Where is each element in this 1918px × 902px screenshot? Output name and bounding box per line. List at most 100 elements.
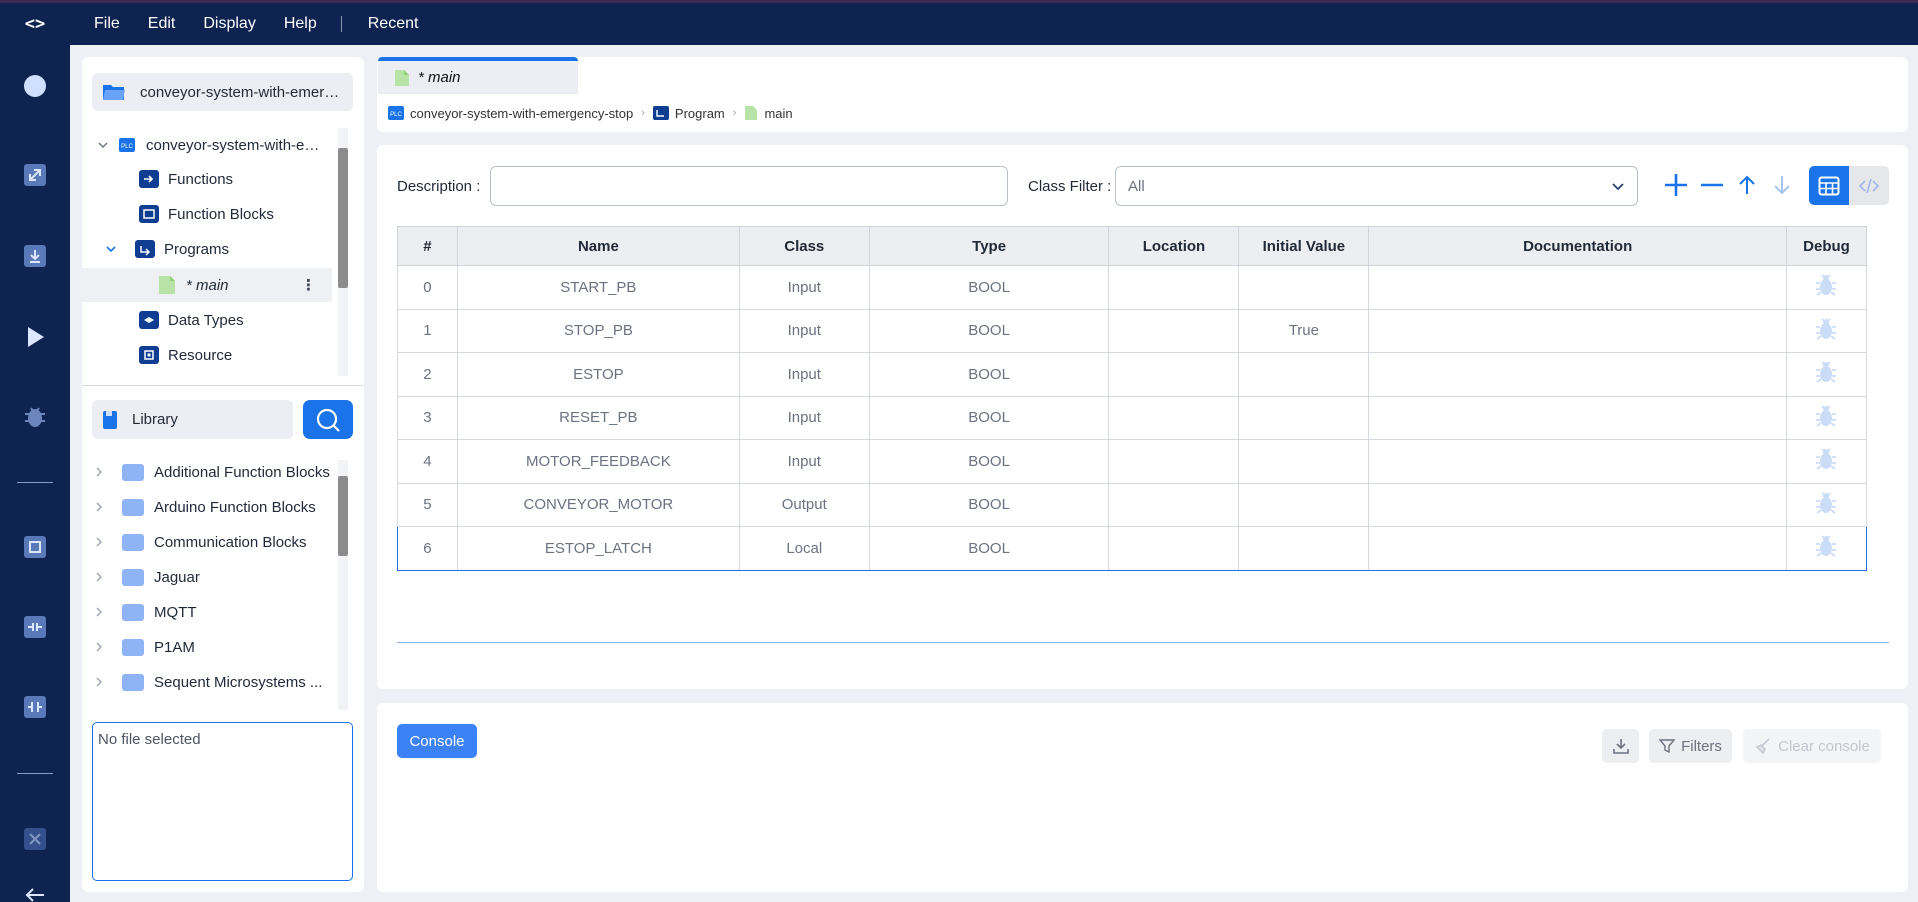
debug-icon[interactable] bbox=[1813, 405, 1839, 433]
cell-documentation[interactable] bbox=[1368, 439, 1787, 484]
debug-icon[interactable] bbox=[1813, 274, 1839, 302]
cell-location[interactable] bbox=[1108, 395, 1240, 440]
play-icon[interactable] bbox=[19, 321, 51, 353]
library-item[interactable]: MQTT bbox=[92, 595, 197, 629]
cell-class[interactable]: Output bbox=[738, 482, 870, 527]
download-log-button[interactable] bbox=[1602, 729, 1639, 763]
table-row[interactable]: 5 CONVEYOR_MOTOR Output BOOL bbox=[397, 482, 1868, 527]
move-up-button[interactable] bbox=[1732, 170, 1762, 200]
search-icon[interactable] bbox=[19, 70, 51, 102]
cell-debug[interactable] bbox=[1785, 526, 1868, 571]
cell-documentation[interactable] bbox=[1368, 526, 1787, 571]
col-header-location[interactable]: Location bbox=[1108, 226, 1240, 266]
library-item[interactable]: Jaguar bbox=[92, 560, 200, 594]
chip-icon[interactable] bbox=[19, 531, 51, 563]
debug-icon[interactable] bbox=[1813, 448, 1839, 476]
tree-scrollbar-thumb[interactable] bbox=[338, 148, 348, 288]
cell-documentation[interactable] bbox=[1368, 395, 1787, 440]
library-item[interactable]: P1AM bbox=[92, 630, 195, 664]
cell-initial-value[interactable] bbox=[1238, 482, 1370, 527]
cell-type[interactable]: BOOL bbox=[868, 395, 1110, 440]
tab-main[interactable]: * main bbox=[378, 57, 578, 94]
connect-icon[interactable] bbox=[19, 611, 51, 643]
cell-location[interactable] bbox=[1108, 352, 1240, 397]
table-row[interactable]: 3 RESET_PB Input BOOL bbox=[397, 395, 1868, 440]
menu-file[interactable]: File bbox=[94, 15, 120, 33]
debug-icon[interactable] bbox=[1813, 318, 1839, 346]
cell-name[interactable]: STOP_PB bbox=[456, 308, 740, 353]
col-header-class[interactable]: Class bbox=[738, 226, 870, 266]
col-header-initial-value[interactable]: Initial Value bbox=[1238, 226, 1370, 266]
tree-item-function-blocks[interactable]: Function Blocks bbox=[138, 197, 274, 231]
col-header-type[interactable]: Type bbox=[868, 226, 1110, 266]
cell-class[interactable]: Input bbox=[738, 265, 870, 310]
cell-class[interactable]: Input bbox=[738, 308, 870, 353]
debug-icon[interactable] bbox=[1813, 535, 1839, 563]
menu-help[interactable]: Help bbox=[284, 15, 317, 33]
library-item[interactable]: Arduino Function Blocks bbox=[92, 490, 316, 524]
tree-item-resource[interactable]: Resource bbox=[138, 338, 232, 372]
cell-documentation[interactable] bbox=[1368, 352, 1787, 397]
cell-name[interactable]: MOTOR_FEEDBACK bbox=[456, 439, 740, 484]
library-item[interactable]: Sequent Microsystems ... bbox=[92, 665, 322, 699]
table-row[interactable]: 6 ESTOP_LATCH Local BOOL bbox=[397, 526, 1868, 571]
cell-debug[interactable] bbox=[1785, 439, 1868, 484]
cell-type[interactable]: BOOL bbox=[868, 482, 1110, 527]
description-input[interactable] bbox=[490, 166, 1008, 206]
library-header[interactable]: Library bbox=[92, 400, 293, 439]
cell-index[interactable]: 4 bbox=[397, 439, 458, 484]
cell-index[interactable]: 0 bbox=[397, 265, 458, 310]
cell-initial-value[interactable]: True bbox=[1238, 308, 1370, 353]
remove-row-button[interactable] bbox=[1697, 170, 1727, 200]
library-search-button[interactable] bbox=[303, 400, 353, 439]
cell-initial-value[interactable] bbox=[1238, 352, 1370, 397]
cell-documentation[interactable] bbox=[1368, 482, 1787, 527]
cell-name[interactable]: ESTOP bbox=[456, 352, 740, 397]
more-vert-icon[interactable]: ⋮ bbox=[301, 276, 316, 294]
project-header[interactable]: conveyor-system-with-emergency-stop bbox=[92, 73, 353, 111]
cell-initial-value[interactable] bbox=[1238, 265, 1370, 310]
col-header-debug[interactable]: Debug bbox=[1785, 226, 1868, 266]
debug-icon[interactable] bbox=[1813, 492, 1839, 520]
cell-class[interactable]: Input bbox=[738, 439, 870, 484]
debug-icon[interactable] bbox=[19, 401, 51, 433]
tree-item-functions[interactable]: Functions bbox=[138, 162, 233, 196]
table-row[interactable]: 1 STOP_PB Input BOOL True bbox=[397, 308, 1868, 353]
table-view-button[interactable] bbox=[1809, 166, 1849, 205]
cell-index[interactable]: 2 bbox=[397, 352, 458, 397]
col-header-documentation[interactable]: Documentation bbox=[1368, 226, 1787, 266]
move-down-button[interactable] bbox=[1767, 170, 1797, 200]
library-scrollbar-thumb[interactable] bbox=[338, 476, 348, 556]
download-icon[interactable] bbox=[19, 240, 51, 272]
tree-item-programs[interactable]: Programs bbox=[104, 232, 229, 266]
cell-type[interactable]: BOOL bbox=[868, 308, 1110, 353]
cell-name[interactable]: RESET_PB bbox=[456, 395, 740, 440]
cell-type[interactable]: BOOL bbox=[868, 526, 1110, 571]
cell-index[interactable]: 3 bbox=[397, 395, 458, 440]
cell-location[interactable] bbox=[1108, 482, 1240, 527]
breadcrumb-project[interactable]: conveyor-system-with-emergency-stop bbox=[410, 106, 633, 121]
tree-root[interactable]: PLC conveyor-system-with-emergency-stop bbox=[96, 128, 331, 162]
cell-type[interactable]: BOOL bbox=[868, 439, 1110, 484]
tree-item-data-types[interactable]: Data Types bbox=[138, 303, 244, 337]
cell-debug[interactable] bbox=[1785, 395, 1868, 440]
cell-type[interactable]: BOOL bbox=[868, 265, 1110, 310]
class-filter-select[interactable]: All bbox=[1115, 166, 1638, 206]
cell-debug[interactable] bbox=[1785, 265, 1868, 310]
cell-name[interactable]: CONVEYOR_MOTOR bbox=[456, 482, 740, 527]
table-row[interactable]: 4 MOTOR_FEEDBACK Input BOOL bbox=[397, 439, 1868, 484]
close-icon[interactable] bbox=[19, 823, 51, 855]
cell-debug[interactable] bbox=[1785, 352, 1868, 397]
cell-location[interactable] bbox=[1108, 265, 1240, 310]
cell-documentation[interactable] bbox=[1368, 265, 1787, 310]
col-header-index[interactable]: # bbox=[397, 226, 458, 266]
library-item[interactable]: Additional Function Blocks bbox=[92, 455, 330, 489]
cell-initial-value[interactable] bbox=[1238, 439, 1370, 484]
filters-button[interactable]: Filters bbox=[1649, 729, 1732, 763]
library-item[interactable]: Communication Blocks bbox=[92, 525, 307, 559]
cell-index[interactable]: 6 bbox=[397, 526, 458, 571]
cell-initial-value[interactable] bbox=[1238, 526, 1370, 571]
clear-console-button[interactable]: Clear console bbox=[1743, 729, 1881, 763]
cell-initial-value[interactable] bbox=[1238, 395, 1370, 440]
cell-debug[interactable] bbox=[1785, 482, 1868, 527]
